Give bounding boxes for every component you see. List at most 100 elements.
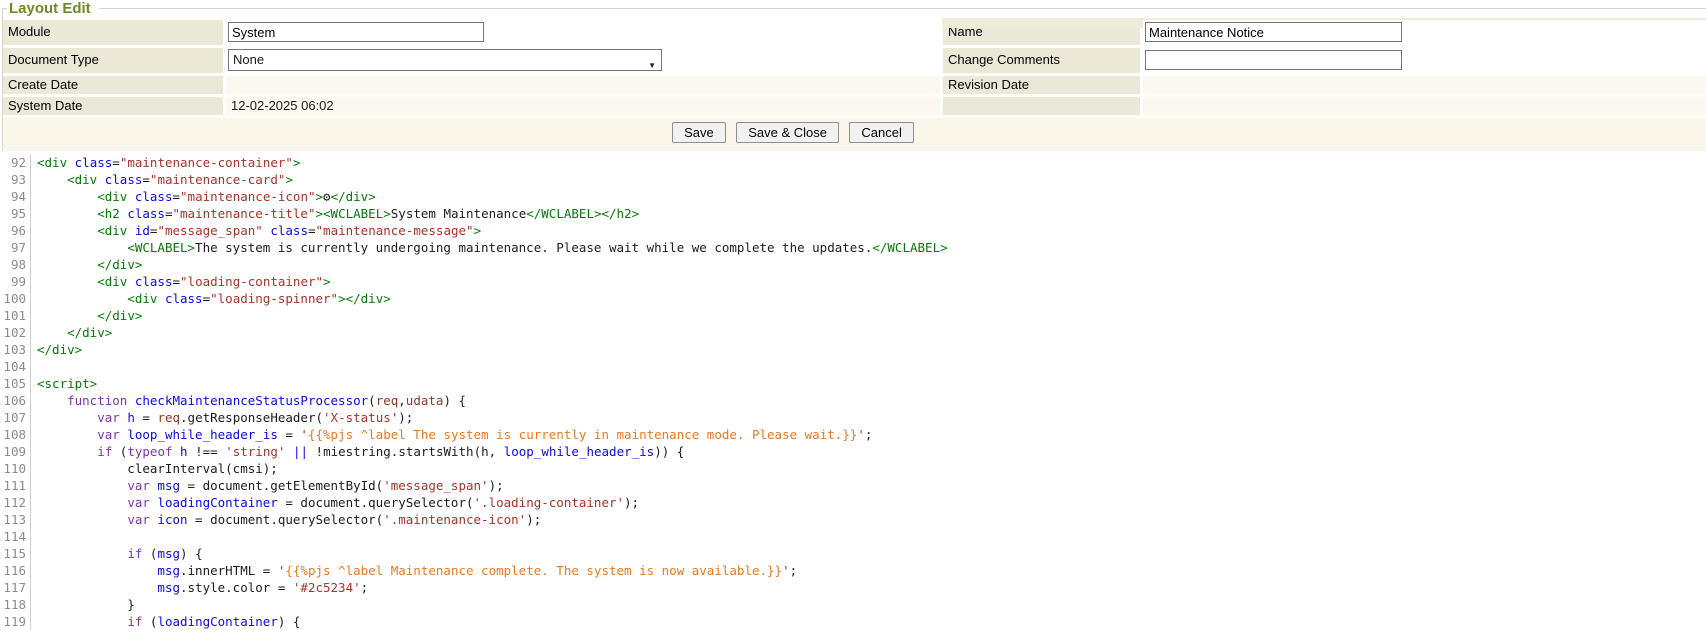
code-line: 99 <div class="loading-container"> xyxy=(0,273,1706,290)
code-line-content: <div class="maintenance-icon">⚙</div> xyxy=(37,189,376,204)
code-line: 116 msg.innerHTML = '{{%pjs ^label Maint… xyxy=(0,562,1706,579)
line-number: 101 xyxy=(0,307,31,324)
code-editor[interactable]: 92 <div class="maintenance-container">93 … xyxy=(0,151,1706,630)
change-comments-input[interactable] xyxy=(1145,50,1402,70)
form-row: Document Type None ▼ Change Comments xyxy=(3,48,1706,73)
field-label-empty xyxy=(943,97,1140,115)
line-number: 93 xyxy=(0,171,31,188)
code-line: 100 <div class="loading-spinner"></div> xyxy=(0,290,1706,307)
line-number: 92 xyxy=(0,154,31,171)
page-title: Layout Edit xyxy=(7,0,99,17)
code-line: 118 } xyxy=(0,596,1706,613)
line-number: 108 xyxy=(0,426,31,443)
code-line: 117 msg.style.color = '#2c5234'; xyxy=(0,579,1706,596)
code-line-content: if (typeof h !== 'string' || !miestring.… xyxy=(37,444,684,459)
code-line-content: <div class="loading-spinner"></div> xyxy=(37,291,391,306)
line-number: 110 xyxy=(0,460,31,477)
code-line: 106 function checkMaintenanceStatusProce… xyxy=(0,392,1706,409)
empty-value xyxy=(1143,97,1706,115)
field-label-module: Module xyxy=(3,20,223,45)
line-number: 119 xyxy=(0,613,31,630)
field-label-change-comments: Change Comments xyxy=(943,48,1140,73)
code-line-content: <div class="maintenance-card"> xyxy=(37,172,293,187)
line-number: 106 xyxy=(0,392,31,409)
code-line-content: clearInterval(cmsi); xyxy=(37,461,278,476)
code-line-content: <script> xyxy=(37,376,97,391)
code-line: 96 <div id="message_span" class="mainten… xyxy=(0,222,1706,239)
code-line: 113 var icon = document.querySelector('.… xyxy=(0,511,1706,528)
line-number: 102 xyxy=(0,324,31,341)
code-line: 102 </div> xyxy=(0,324,1706,341)
line-number: 94 xyxy=(0,188,31,205)
save-and-close-button[interactable]: Save & Close xyxy=(736,122,839,143)
button-bar: Save Save & Close Cancel xyxy=(3,118,1706,151)
field-label-revision-date: Revision Date xyxy=(943,76,1140,94)
code-line-content: var msg = document.getElementById('messa… xyxy=(37,478,504,493)
field-value-module xyxy=(226,20,940,45)
code-line: 103</div> xyxy=(0,341,1706,358)
code-line: 107 var h = req.getResponseHeader('X-sta… xyxy=(0,409,1706,426)
field-value-name xyxy=(1143,20,1706,45)
line-number: 96 xyxy=(0,222,31,239)
code-line-content: </div> xyxy=(37,257,142,272)
code-line-content: <div class="maintenance-container"> xyxy=(37,155,300,170)
line-number: 99 xyxy=(0,273,31,290)
line-number: 111 xyxy=(0,477,31,494)
code-line: 119 if (loadingContainer) { xyxy=(0,613,1706,630)
field-label-system-date: System Date xyxy=(3,97,223,115)
code-line-content: if (loadingContainer) { xyxy=(37,614,300,629)
code-line: 93 <div class="maintenance-card"> xyxy=(0,171,1706,188)
create-date-value xyxy=(226,76,940,94)
cancel-button[interactable]: Cancel xyxy=(849,122,913,143)
line-number: 113 xyxy=(0,511,31,528)
code-line: 97 <WCLABEL>The system is currently unde… xyxy=(0,239,1706,256)
document-type-select[interactable]: None▼ xyxy=(228,49,662,71)
field-value-change-comments xyxy=(1143,48,1706,73)
code-line: 114 xyxy=(0,528,1706,545)
code-line-content: } xyxy=(37,597,135,612)
code-line: 95 <h2 class="maintenance-title"><WCLABE… xyxy=(0,205,1706,222)
line-number: 114 xyxy=(0,528,31,545)
field-label-create-date: Create Date xyxy=(3,76,223,94)
line-number: 116 xyxy=(0,562,31,579)
code-line-content: <div id="message_span" class="maintenanc… xyxy=(37,223,481,238)
form-row: ModuleName xyxy=(3,20,1706,45)
code-line: 94 <div class="maintenance-icon">⚙</div> xyxy=(0,188,1706,205)
line-number: 112 xyxy=(0,494,31,511)
document-type-selected-option: None xyxy=(233,52,264,67)
code-line-content: var loadingContainer = document.querySel… xyxy=(37,495,639,510)
code-line-content: msg.innerHTML = '{{%pjs ^label Maintenan… xyxy=(37,563,797,578)
line-number: 115 xyxy=(0,545,31,562)
code-line: 92 <div class="maintenance-container"> xyxy=(0,154,1706,171)
line-number: 118 xyxy=(0,596,31,613)
save-button[interactable]: Save xyxy=(672,122,726,143)
module-input[interactable] xyxy=(228,22,484,42)
button-group: Save Save & Close Cancel xyxy=(3,122,1583,143)
code-line: 111 var msg = document.getElementById('m… xyxy=(0,477,1706,494)
field-label-document-type: Document Type xyxy=(3,48,223,73)
chevron-down-icon: ▼ xyxy=(648,56,656,76)
code-line: 110 clearInterval(cmsi); xyxy=(0,460,1706,477)
form-row: System Date12-02-2025 06:02 xyxy=(3,97,1706,115)
code-line: 109 if (typeof h !== 'string' || !miestr… xyxy=(0,443,1706,460)
name-input[interactable] xyxy=(1145,22,1402,42)
field-value-document-type: None ▼ xyxy=(226,48,940,73)
code-line: 98 </div> xyxy=(0,256,1706,273)
code-line: 115 if (msg) { xyxy=(0,545,1706,562)
code-line-content: </div> xyxy=(37,325,112,340)
code-line: 112 var loadingContainer = document.quer… xyxy=(0,494,1706,511)
code-line-content: <h2 class="maintenance-title"><WCLABEL>S… xyxy=(37,206,639,221)
line-number: 117 xyxy=(0,579,31,596)
line-number: 97 xyxy=(0,239,31,256)
code-line-content: function checkMaintenanceStatusProcessor… xyxy=(37,393,466,408)
code-line: 101 </div> xyxy=(0,307,1706,324)
code-line-content: <WCLABEL>The system is currently undergo… xyxy=(37,240,948,255)
code-line-content: </div> xyxy=(37,342,82,357)
code-line-content: var h = req.getResponseHeader('X-status'… xyxy=(37,410,413,425)
layout-edit-fieldset: Layout Edit ModuleName Document Type None ▼… xyxy=(2,0,1706,151)
code-line-content: <div class="loading-container"> xyxy=(37,274,331,289)
form-row: Create Date Revision Date xyxy=(3,76,1706,94)
code-line-content: var loop_while_header_is = '{{%pjs ^labe… xyxy=(37,427,872,442)
code-line-content: var icon = document.querySelector('.main… xyxy=(37,512,541,527)
line-number: 95 xyxy=(0,205,31,222)
